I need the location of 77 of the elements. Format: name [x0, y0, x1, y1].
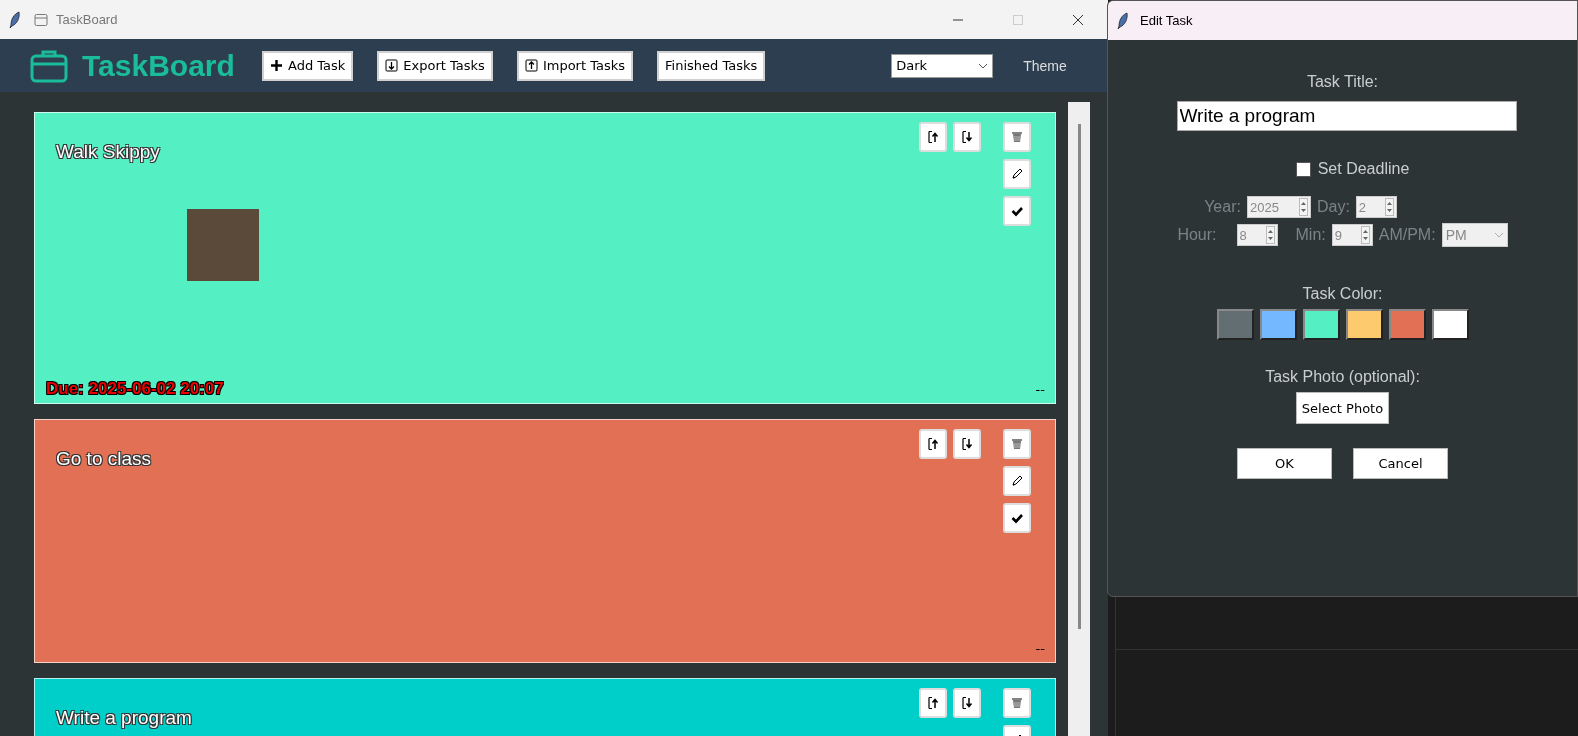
field-label: Hour:: [1177, 226, 1217, 244]
color-swatch[interactable]: [1259, 309, 1297, 340]
spin-arrows-icon: [1265, 226, 1275, 244]
select-photo-button[interactable]: Select Photo: [1295, 392, 1390, 424]
checkbox-label: Set Deadline: [1317, 160, 1410, 178]
delete-button[interactable]: [1003, 122, 1031, 152]
theme-label: Theme: [1023, 57, 1067, 74]
plus-icon: [270, 59, 283, 72]
dialog-button[interactable]: Cancel: [1353, 448, 1448, 479]
task-title: Go to class: [56, 448, 152, 470]
field-label: Day:: [1316, 198, 1350, 216]
field-label: Year:: [1204, 198, 1241, 216]
delete-button[interactable]: [1003, 429, 1031, 459]
maximize-icon: [1012, 13, 1024, 26]
task-title: Walk Skippy: [56, 141, 160, 163]
field-label: AM/PM:: [1378, 226, 1436, 244]
dialog-button[interactable]: OK: [1237, 448, 1332, 479]
edit-button[interactable]: [1003, 466, 1031, 496]
field-label: Task Title:: [1306, 73, 1379, 91]
arrow-up-icon: [926, 696, 940, 710]
toolbar-button[interactable]: Finished Tasks: [657, 50, 766, 81]
chevron-down-icon: [978, 62, 989, 69]
move-up-button[interactable]: [919, 429, 947, 459]
spin-arrows-icon: [1298, 198, 1308, 216]
arrow-down-icon: [960, 130, 974, 144]
trash-icon: [1010, 696, 1024, 710]
toolbar-button[interactable]: Export Tasks: [377, 50, 493, 81]
trash-icon: [1010, 130, 1024, 144]
spin-arrows-icon: [1360, 226, 1370, 244]
trash-icon: [1010, 437, 1024, 451]
field-label: Task Photo (optional):: [1265, 368, 1420, 386]
upload-icon: [524, 59, 538, 72]
move-up-button[interactable]: [919, 122, 947, 152]
arrow-up-icon: [926, 437, 940, 451]
task-title: Write a program: [56, 707, 192, 729]
arrow-up-icon: [926, 130, 940, 144]
download-icon: [385, 59, 399, 72]
move-down-button[interactable]: [953, 688, 981, 718]
feather-icon: [8, 10, 22, 29]
field-label: Task Color:: [1302, 285, 1383, 303]
move-down-button[interactable]: [953, 429, 981, 459]
toolbar-button[interactable]: Import Tasks: [516, 50, 633, 81]
color-swatch[interactable]: [1431, 309, 1469, 340]
feather-icon: [1116, 11, 1130, 30]
color-swatch[interactable]: [1216, 309, 1254, 340]
spin-arrows-icon: [1384, 198, 1394, 216]
title-input[interactable]: Write a program: [1176, 101, 1517, 131]
edit-button[interactable]: [1003, 159, 1031, 189]
scrollbar-thumb[interactable]: [1077, 124, 1081, 629]
chevron-down-icon: [1493, 232, 1504, 238]
due-date: Due: 2025-06-02 20:07: [46, 379, 224, 399]
arrow-down-icon: [960, 437, 974, 451]
pencil-icon: [1010, 167, 1024, 181]
move-down-button[interactable]: [953, 122, 981, 152]
color-swatch[interactable]: [1302, 309, 1340, 340]
arrow-down-icon: [960, 696, 974, 710]
dialog-title: Edit Task: [1140, 13, 1193, 28]
photo-placeholder: [187, 209, 259, 281]
window-icon: [34, 12, 48, 27]
delete-button[interactable]: [1003, 688, 1031, 718]
complete-button[interactable]: [1003, 196, 1031, 226]
color-swatch[interactable]: [1388, 309, 1426, 340]
task-footer: --: [1035, 382, 1045, 397]
close-icon: [1072, 13, 1084, 26]
deadline-checkbox[interactable]: [1295, 161, 1311, 177]
color-swatch[interactable]: [1345, 309, 1383, 340]
briefcase-icon: [30, 48, 68, 83]
task-footer: --: [1035, 641, 1045, 656]
move-up-button[interactable]: [919, 688, 947, 718]
window-title: TaskBoard: [56, 12, 118, 27]
theme-dropdown[interactable]: Dark: [891, 53, 994, 78]
field-label: Min:: [1295, 226, 1326, 244]
app-name: TaskBoard: [82, 48, 236, 83]
pencil-icon: [1010, 474, 1024, 488]
toolbar-button[interactable]: Add Task: [262, 50, 354, 81]
scrollbar[interactable]: [1068, 102, 1090, 736]
complete-button[interactable]: [1003, 503, 1031, 533]
